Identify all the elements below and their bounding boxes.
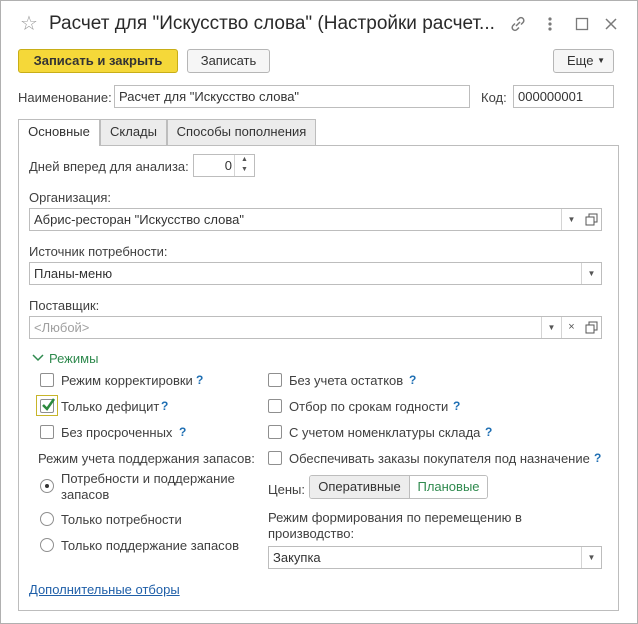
save-and-close-button[interactable]: Записать и закрыть [18,49,178,73]
transfer-mode-label-line1: Режим формирования по перемещению в [268,510,522,525]
code-input[interactable]: 000000001 [513,85,614,108]
tab-main[interactable]: Основные [18,119,100,146]
prices-label: Цены: [268,482,305,497]
chevron-down-icon[interactable] [32,353,44,363]
supplier-field[interactable]: <Любой> ▼ × [29,316,602,339]
checkmark-icon [42,398,56,411]
correction-mode-checkbox[interactable] [40,373,54,387]
days-ahead-label: Дней вперед для анализа: [29,159,189,174]
stepper-arrows-icon[interactable]: ▲ ▼ [234,155,254,176]
org-dropdown-icon[interactable]: ▼ [561,209,581,230]
radio-stock-only[interactable] [40,538,54,552]
org-open-icon[interactable] [585,213,598,226]
prices-operative-option[interactable]: Оперативные [310,476,410,498]
org-field[interactable]: Абрис-ресторан "Искусство слова" ▼ [29,208,602,231]
tab-warehouses[interactable]: Склады [100,119,167,145]
help-icon[interactable]: ? [453,399,460,413]
no-stock-accounting-checkbox[interactable] [268,373,282,387]
warehouse-nomenclature-checkbox[interactable] [268,425,282,439]
radio-needs-and-stock-line1: Потребности и поддержание [61,471,235,486]
help-icon[interactable]: ? [161,399,168,413]
source-label: Источник потребности: [29,244,168,259]
radio-needs-and-stock-line2: запасов [61,487,110,502]
transfer-mode-dropdown-icon[interactable]: ▼ [581,547,601,568]
more-button-label: Еще [567,53,594,68]
transfer-mode-label-line2: производство: [268,526,355,541]
source-field[interactable]: Планы-меню ▼ [29,262,602,285]
no-expired-checkbox[interactable] [40,425,54,439]
customer-orders-label: Обеспечивать заказы покупателя под назна… [289,451,590,466]
source-dropdown-icon[interactable]: ▼ [581,263,601,284]
help-icon[interactable]: ? [485,425,492,439]
save-button[interactable]: Записать [187,49,270,73]
maximize-icon[interactable] [575,17,589,31]
help-icon[interactable]: ? [409,373,416,387]
more-actions-icon[interactable] [545,15,555,33]
expiry-filter-label: Отбор по срокам годности [289,399,449,414]
prices-toggle: Оперативные Плановые [309,475,488,499]
help-icon[interactable]: ? [179,425,186,439]
modes-group-title[interactable]: Режимы [49,351,98,366]
customer-orders-checkbox[interactable] [268,451,282,465]
tab-replenishment-methods[interactable]: Способы пополнения [167,119,316,145]
more-button[interactable]: Еще ▼ [553,49,614,73]
help-icon[interactable]: ? [594,451,601,465]
link-icon[interactable] [509,15,527,33]
radio-needs-and-stock[interactable] [40,479,54,493]
stock-mode-label: Режим учета поддержания запасов: [38,451,255,466]
name-input[interactable]: Расчет для "Искусство слова" [114,85,470,108]
no-stock-accounting-label: Без учета остатков [289,373,404,388]
settings-window: ☆ Расчет для "Искусство слова" (Настройк… [0,0,638,624]
chevron-down-icon: ▼ [597,56,605,65]
prices-planned-option[interactable]: Плановые [410,476,487,498]
correction-mode-label: Режим корректировки [61,373,193,388]
warehouse-nomenclature-label: С учетом номенклатуры склада [289,425,481,440]
supplier-open-icon[interactable] [585,321,598,334]
transfer-mode-field[interactable]: Закупка ▼ [268,546,602,569]
transfer-mode-value: Закупка [273,550,321,565]
name-label: Наименование: [18,90,112,105]
supplier-dropdown-icon[interactable]: ▼ [541,317,561,338]
radio-needs-only-label: Только потребности [61,512,182,527]
deficit-only-label: Только дефицит [61,399,160,414]
extra-filters-link[interactable]: Дополнительные отборы [29,582,180,597]
transfer-mode-label: Режим формирования по перемещению в прои… [268,510,522,542]
supplier-placeholder: <Любой> [34,320,90,335]
supplier-label: Поставщик: [29,298,100,313]
source-value: Планы-меню [34,266,113,281]
org-value: Абрис-ресторан "Искусство слова" [34,212,244,227]
code-label: Код: [481,90,507,105]
radio-needs-only[interactable] [40,512,54,526]
days-ahead-stepper[interactable]: 0 ▲ ▼ [193,154,255,177]
help-icon[interactable]: ? [196,373,203,387]
expiry-filter-checkbox[interactable] [268,399,282,413]
supplier-clear-icon[interactable]: × [561,317,581,338]
favorite-star-icon[interactable]: ☆ [20,13,38,35]
close-icon[interactable] [604,17,618,31]
window-title: Расчет для "Искусство слова" (Настройки … [49,13,495,34]
deficit-only-checkbox[interactable] [40,398,56,413]
days-ahead-value: 0 [224,158,232,173]
no-expired-label: Без просроченных [61,425,173,440]
radio-stock-only-label: Только поддержание запасов [61,538,239,553]
org-label: Организация: [29,190,112,205]
radio-needs-and-stock-label: Потребности и поддержание запасов [61,471,235,503]
